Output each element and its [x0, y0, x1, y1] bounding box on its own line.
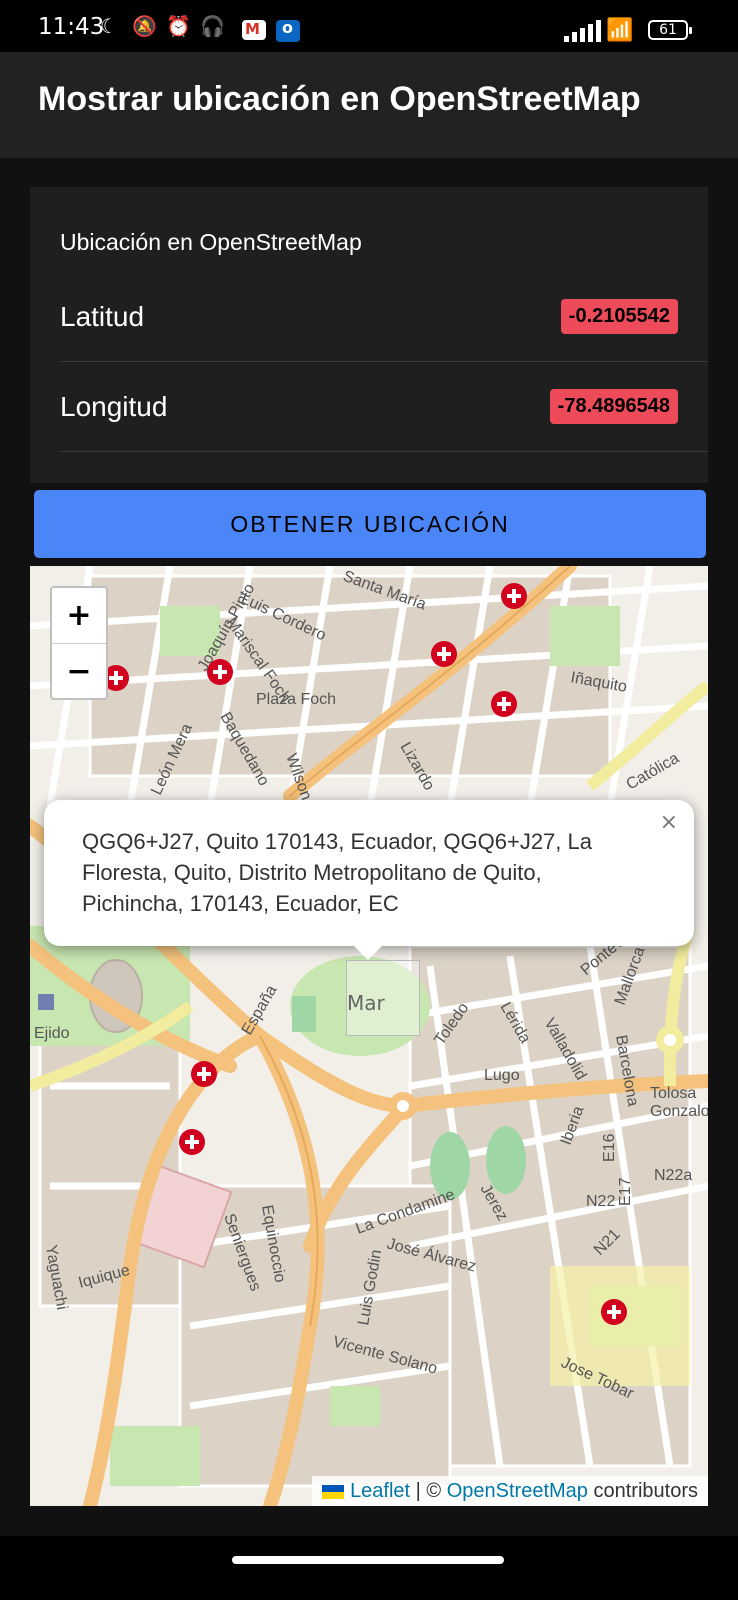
zoom-out-button[interactable]: − [52, 644, 106, 699]
location-card: Ubicación en OpenStreetMap Latitud -0.21… [30, 187, 708, 483]
ukraine-flag-icon [322, 1484, 345, 1499]
bell-off-icon: 🔕 [132, 14, 157, 38]
map-label: Lugo [484, 1067, 520, 1084]
marker-alt-text: Mar [347, 991, 385, 1015]
latitude-label: Latitud [60, 301, 145, 332]
page-title: Mostrar ubicación en OpenStreetMap [38, 80, 641, 118]
status-time: 11:43 [38, 14, 105, 40]
map-label: N22 [586, 1193, 615, 1210]
map-popup: QGQ6+J27, Quito 170143, Ecuador, QGQ6+J2… [44, 800, 694, 960]
map-attribution: Leaflet | © OpenStreetMap contributors [312, 1476, 708, 1506]
headset-icon: 🎧 [200, 14, 225, 38]
moon-icon: ☾ [100, 14, 118, 38]
gmail-icon [242, 20, 266, 40]
status-bar: 11:43 ☾ 🔕 ⏰ 🎧 📶 61 [0, 0, 738, 52]
openstreetmap-link[interactable]: OpenStreetMap [447, 1480, 588, 1502]
alarm-icon: ⏰ [166, 14, 191, 38]
map-view[interactable]: Plaza Foch Iñaquito Ejido Toledo Lugo La… [30, 566, 708, 1506]
attribution-tail: contributors [587, 1480, 698, 1502]
longitude-value: -78.4896548 [549, 389, 678, 424]
card-heading: Ubicación en OpenStreetMap [60, 229, 362, 255]
app-bar: Mostrar ubicación en OpenStreetMap [0, 52, 738, 158]
map-label: N22a [654, 1167, 692, 1184]
map-label: Ejido [34, 1025, 70, 1042]
latitude-row: Latitud -0.2105542 [60, 273, 708, 362]
latitude-value: -0.2105542 [560, 299, 678, 334]
location-marker[interactable]: Mar [346, 960, 420, 1036]
zoom-control: + − [50, 586, 108, 700]
navigation-bar [0, 1536, 738, 1600]
map-label: Gonzalo de [650, 1103, 708, 1120]
map-tiles: Plaza Foch Iñaquito Ejido Toledo Lugo La… [30, 566, 708, 1506]
outlook-icon [276, 18, 300, 42]
map-label: E17 [617, 1177, 634, 1206]
attribution-separator: | © [410, 1480, 447, 1502]
battery-icon: 61 [648, 20, 692, 40]
map-label: Plaza Foch [256, 691, 336, 708]
zoom-in-button[interactable]: + [52, 588, 106, 644]
get-location-button[interactable]: OBTENER UBICACIÓN [34, 490, 706, 558]
wifi-icon: 📶 [606, 18, 634, 43]
map-label: Tolosa [650, 1085, 696, 1102]
home-indicator[interactable] [232, 1556, 504, 1564]
popup-address: QGQ6+J27, Quito 170143, Ecuador, QGQ6+J2… [82, 829, 592, 916]
popup-close-button[interactable]: × [660, 810, 678, 835]
map-label: E16 [601, 1133, 618, 1162]
signal-icon [564, 20, 601, 42]
longitude-row: Longitud -78.4896548 [60, 363, 708, 452]
longitude-label: Longitud [60, 391, 168, 422]
leaflet-link[interactable]: Leaflet [350, 1480, 410, 1502]
